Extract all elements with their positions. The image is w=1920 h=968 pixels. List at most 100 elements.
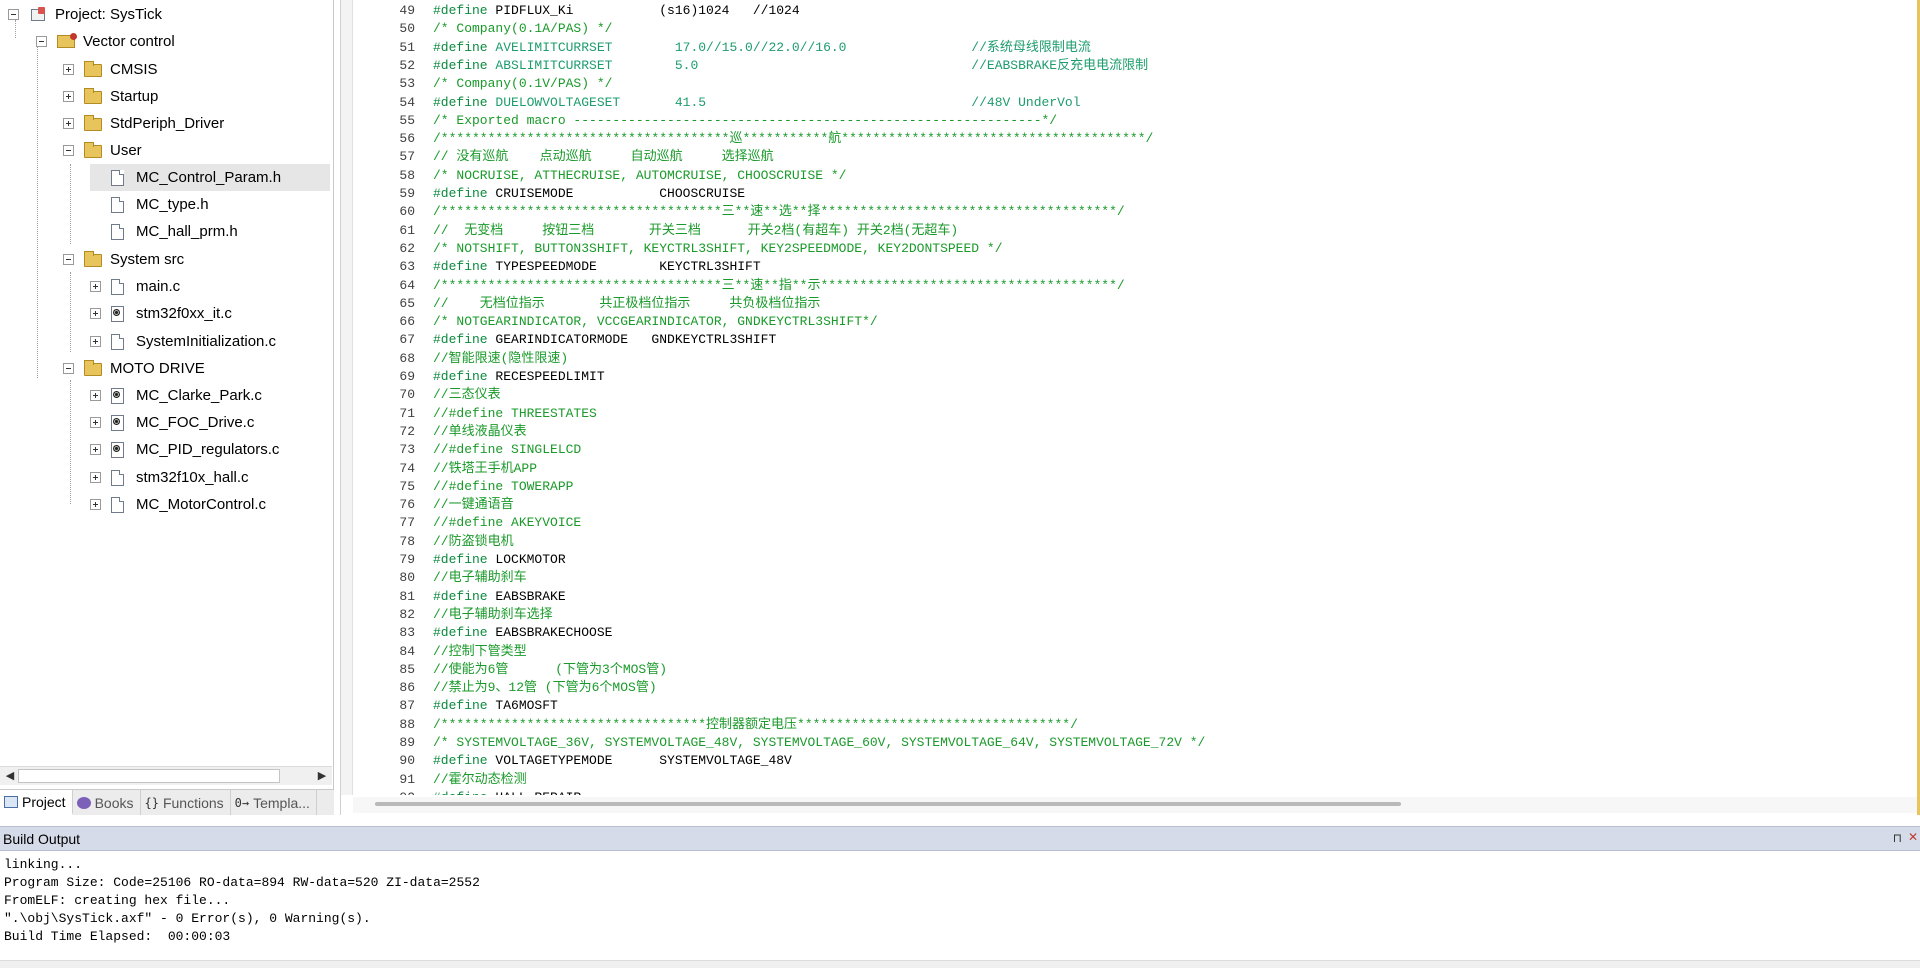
expand-icon[interactable] xyxy=(90,390,101,401)
build-output-scrollbar[interactable] xyxy=(0,960,1920,968)
tab-functions[interactable]: {} Functions xyxy=(141,790,231,815)
editor-horizontal-scrollbar[interactable] xyxy=(353,797,1920,813)
code-line[interactable]: 53 /* Company(0.1V/PAS) */ xyxy=(353,75,612,93)
tree-group-cmsis[interactable]: CMSIS xyxy=(63,56,158,83)
code-line[interactable]: 65 // 无档位指示 共正极档位指示 共负极档位指示 xyxy=(353,295,820,313)
code-line[interactable]: 75 //#define TOWERAPP xyxy=(353,478,573,496)
code-line[interactable]: 58 /* NOCRUISE, ATTHECRUISE, AUTOMCRUISE,… xyxy=(353,167,846,185)
code-line[interactable]: 72 //单线液晶仪表 xyxy=(353,423,526,441)
expand-icon[interactable] xyxy=(90,417,101,428)
expand-icon[interactable] xyxy=(63,91,74,102)
collapse-icon[interactable] xyxy=(63,254,74,265)
code-line[interactable]: 63 #define TYPESPEEDMODE KEYCTRL3SHIFT xyxy=(353,258,760,276)
tree-horizontal-scrollbar[interactable]: ◀ ▶ xyxy=(0,766,332,785)
expand-icon[interactable] xyxy=(63,118,74,129)
tree-root-project[interactable]: Project: SysTick xyxy=(8,1,162,28)
source-file-icon xyxy=(111,333,124,350)
code-line[interactable]: 88 /**********************************控制器… xyxy=(353,716,1078,734)
tree-group-startup[interactable]: Startup xyxy=(63,83,158,110)
collapse-icon[interactable] xyxy=(8,9,19,20)
expand-icon[interactable] xyxy=(90,472,101,483)
code-line[interactable]: 52 #define ABSLIMITCURRSET 5.0 //EABSBRAK… xyxy=(353,57,1148,75)
code-line[interactable]: 81 #define EABSBRAKE xyxy=(353,588,565,606)
code-line[interactable]: 67 #define GEARINDICATORMODE GNDKEYCTRL3S… xyxy=(353,331,776,349)
code-line[interactable]: 76 //一键通语音 xyxy=(353,496,513,514)
build-output-text[interactable]: linking... Program Size: Code=25106 RO-da… xyxy=(4,856,480,946)
code-line[interactable]: 85 //使能为6管 (下管为3个MOS管) xyxy=(353,661,667,679)
code-line[interactable]: 80 //电子辅助刹车 xyxy=(353,569,526,587)
tree-file-system-initialization-c[interactable]: SystemInitialization.c xyxy=(90,328,276,355)
tree-file-stm32f10x-hall-c[interactable]: stm32f10x_hall.c xyxy=(90,464,249,491)
tree-group-moto-drive[interactable]: MOTO DRIVE xyxy=(63,355,205,382)
tab-books[interactable]: Books xyxy=(73,790,141,815)
tree-group-user[interactable]: User xyxy=(63,137,142,164)
code-line[interactable]: 55 /* Exported macro --------------------… xyxy=(353,112,1057,130)
code-line[interactable]: 57 // 没有巡航 点动巡航 自动巡航 选择巡航 xyxy=(353,148,773,166)
tree-group-system-src[interactable]: System src xyxy=(63,246,184,273)
code-line[interactable]: 54 #define DUELOWVOLTAGESET 41.5 //48V Un… xyxy=(353,94,1080,112)
tree-file-mc-hall-prm-h[interactable]: MC_hall_prm.h xyxy=(90,218,238,245)
code-line[interactable]: 66 /* NOTGEARINDICATOR, VCCGEARINDICATOR,… xyxy=(353,313,877,331)
line-number: 85 xyxy=(399,661,415,677)
tree-group-stdperiph[interactable]: StdPeriph_Driver xyxy=(63,110,224,137)
code-line[interactable]: 62 /* NOTSHIFT, BUTTON3SHIFT, KEYCTRL3SHI… xyxy=(353,240,1002,258)
tree-target-vector-control[interactable]: Vector control xyxy=(36,28,175,55)
scrollbar-thumb[interactable] xyxy=(18,769,280,783)
code-line[interactable]: 70 //三态仪表 xyxy=(353,386,500,404)
tree-file-stm32f0xx-it-c[interactable]: stm32f0xx_it.c xyxy=(90,300,232,327)
code-area[interactable]: 49 #define PIDFLUX_Ki (s16)1024 //1024 50 /… xyxy=(353,0,1920,795)
expand-icon[interactable] xyxy=(63,64,74,75)
expand-icon[interactable] xyxy=(90,308,101,319)
code-line[interactable]: 90 #define VOLTAGETYPEMODE SYSTEMVOLTAGE_… xyxy=(353,752,791,770)
tree-file-mc-motorcontrol-c[interactable]: MC_MotorControl.c xyxy=(90,491,266,518)
code-line[interactable]: 49 #define PIDFLUX_Ki (s16)1024 //1024 xyxy=(353,2,799,20)
code-line[interactable]: 60 /************************************三… xyxy=(353,203,1124,221)
code-line[interactable]: 74 //铁塔王手机APP xyxy=(353,460,537,478)
code-line[interactable]: 59 #define CRUISEMODE CHOOSCRUISE xyxy=(353,185,745,203)
expand-icon[interactable] xyxy=(90,281,101,292)
tree-file-mc-type-h[interactable]: MC_type.h xyxy=(90,191,209,218)
expand-icon[interactable] xyxy=(90,444,101,455)
scrollbar-thumb[interactable] xyxy=(375,802,1401,806)
code-line[interactable]: 82 //电子辅助刹车选择 xyxy=(353,606,552,624)
tree-file-mc-clarke-park-c[interactable]: MC_Clarke_Park.c xyxy=(90,382,262,409)
tab-project[interactable]: Project xyxy=(0,790,73,815)
tree-file-mc-control-param-h[interactable]: MC_Control_Param.h xyxy=(90,164,330,191)
tab-templates[interactable]: 0→ Templa... xyxy=(231,790,317,815)
expand-icon[interactable] xyxy=(90,499,101,510)
expand-icon[interactable] xyxy=(90,336,101,347)
collapse-icon[interactable] xyxy=(63,363,74,374)
code-line[interactable]: 91 //霍尔动态检测 xyxy=(353,771,526,789)
scroll-left-icon[interactable]: ◀ xyxy=(2,769,18,784)
code-line[interactable]: 92 #define HALL_REPAIR xyxy=(353,789,581,795)
scroll-right-icon[interactable]: ▶ xyxy=(314,769,330,784)
collapse-icon[interactable] xyxy=(63,145,74,156)
code-line[interactable]: 61 // 无变档 按钮三档 开关三档 开关2档(有超车) 开关2档(无超车) xyxy=(353,222,958,240)
tree-file-main-c[interactable]: main.c xyxy=(90,273,180,300)
code-line[interactable]: 84 //控制下管类型 xyxy=(353,643,526,661)
tab-label: Templa... xyxy=(253,794,310,811)
code-line[interactable]: 71 //#define THREESTATES xyxy=(353,405,596,423)
code-editor[interactable]: 49 #define PIDFLUX_Ki (s16)1024 //1024 50 /… xyxy=(340,0,1920,815)
code-line[interactable]: 77 //#define AKEYVOICE xyxy=(353,514,581,532)
code-line[interactable]: 56 /*************************************… xyxy=(353,130,1153,148)
code-line[interactable]: 73 //#define SINGLELCD xyxy=(353,441,581,459)
code-line[interactable]: 69 #define RECESPEEDLIMIT xyxy=(353,368,604,386)
code-line[interactable]: 51 #define AVELIMITCURRSET 17.0//15.0//22… xyxy=(353,39,1091,57)
code-line[interactable]: 79 #define LOCKMOTOR xyxy=(353,551,565,569)
code-line[interactable]: 68 //智能限速(隐性限速) xyxy=(353,350,568,368)
code-line[interactable]: 86 //禁止为9、12管 (下管为6个MOS管) xyxy=(353,679,656,697)
close-icon[interactable]: ✕ xyxy=(1908,830,1918,844)
tree-file-mc-pid-regulators-c[interactable]: MC_PID_regulators.c xyxy=(90,436,279,463)
code-line[interactable]: 83 #define EABSBRAKECHOOSE xyxy=(353,624,612,642)
pin-icon[interactable]: ⊓ xyxy=(1893,831,1902,845)
code-line[interactable]: 87 #define TA6MOSFT xyxy=(353,697,557,715)
collapse-icon[interactable] xyxy=(36,36,47,47)
code-line[interactable]: 50 /* Company(0.1A/PAS) */ xyxy=(353,20,612,38)
code-text: /* Company(0.1A/PAS) */ xyxy=(433,20,612,38)
tree-file-mc-foc-drive-c[interactable]: MC_FOC_Drive.c xyxy=(90,409,254,436)
code-line[interactable]: 64 /************************************三… xyxy=(353,277,1124,295)
code-text: //使能为6管 (下管为3个MOS管) xyxy=(433,661,667,679)
code-line[interactable]: 89 /* SYSTEMVOLTAGE_36V, SYSTEMVOLTAGE_48… xyxy=(353,734,1205,752)
code-line[interactable]: 78 //防盗锁电机 xyxy=(353,533,513,551)
